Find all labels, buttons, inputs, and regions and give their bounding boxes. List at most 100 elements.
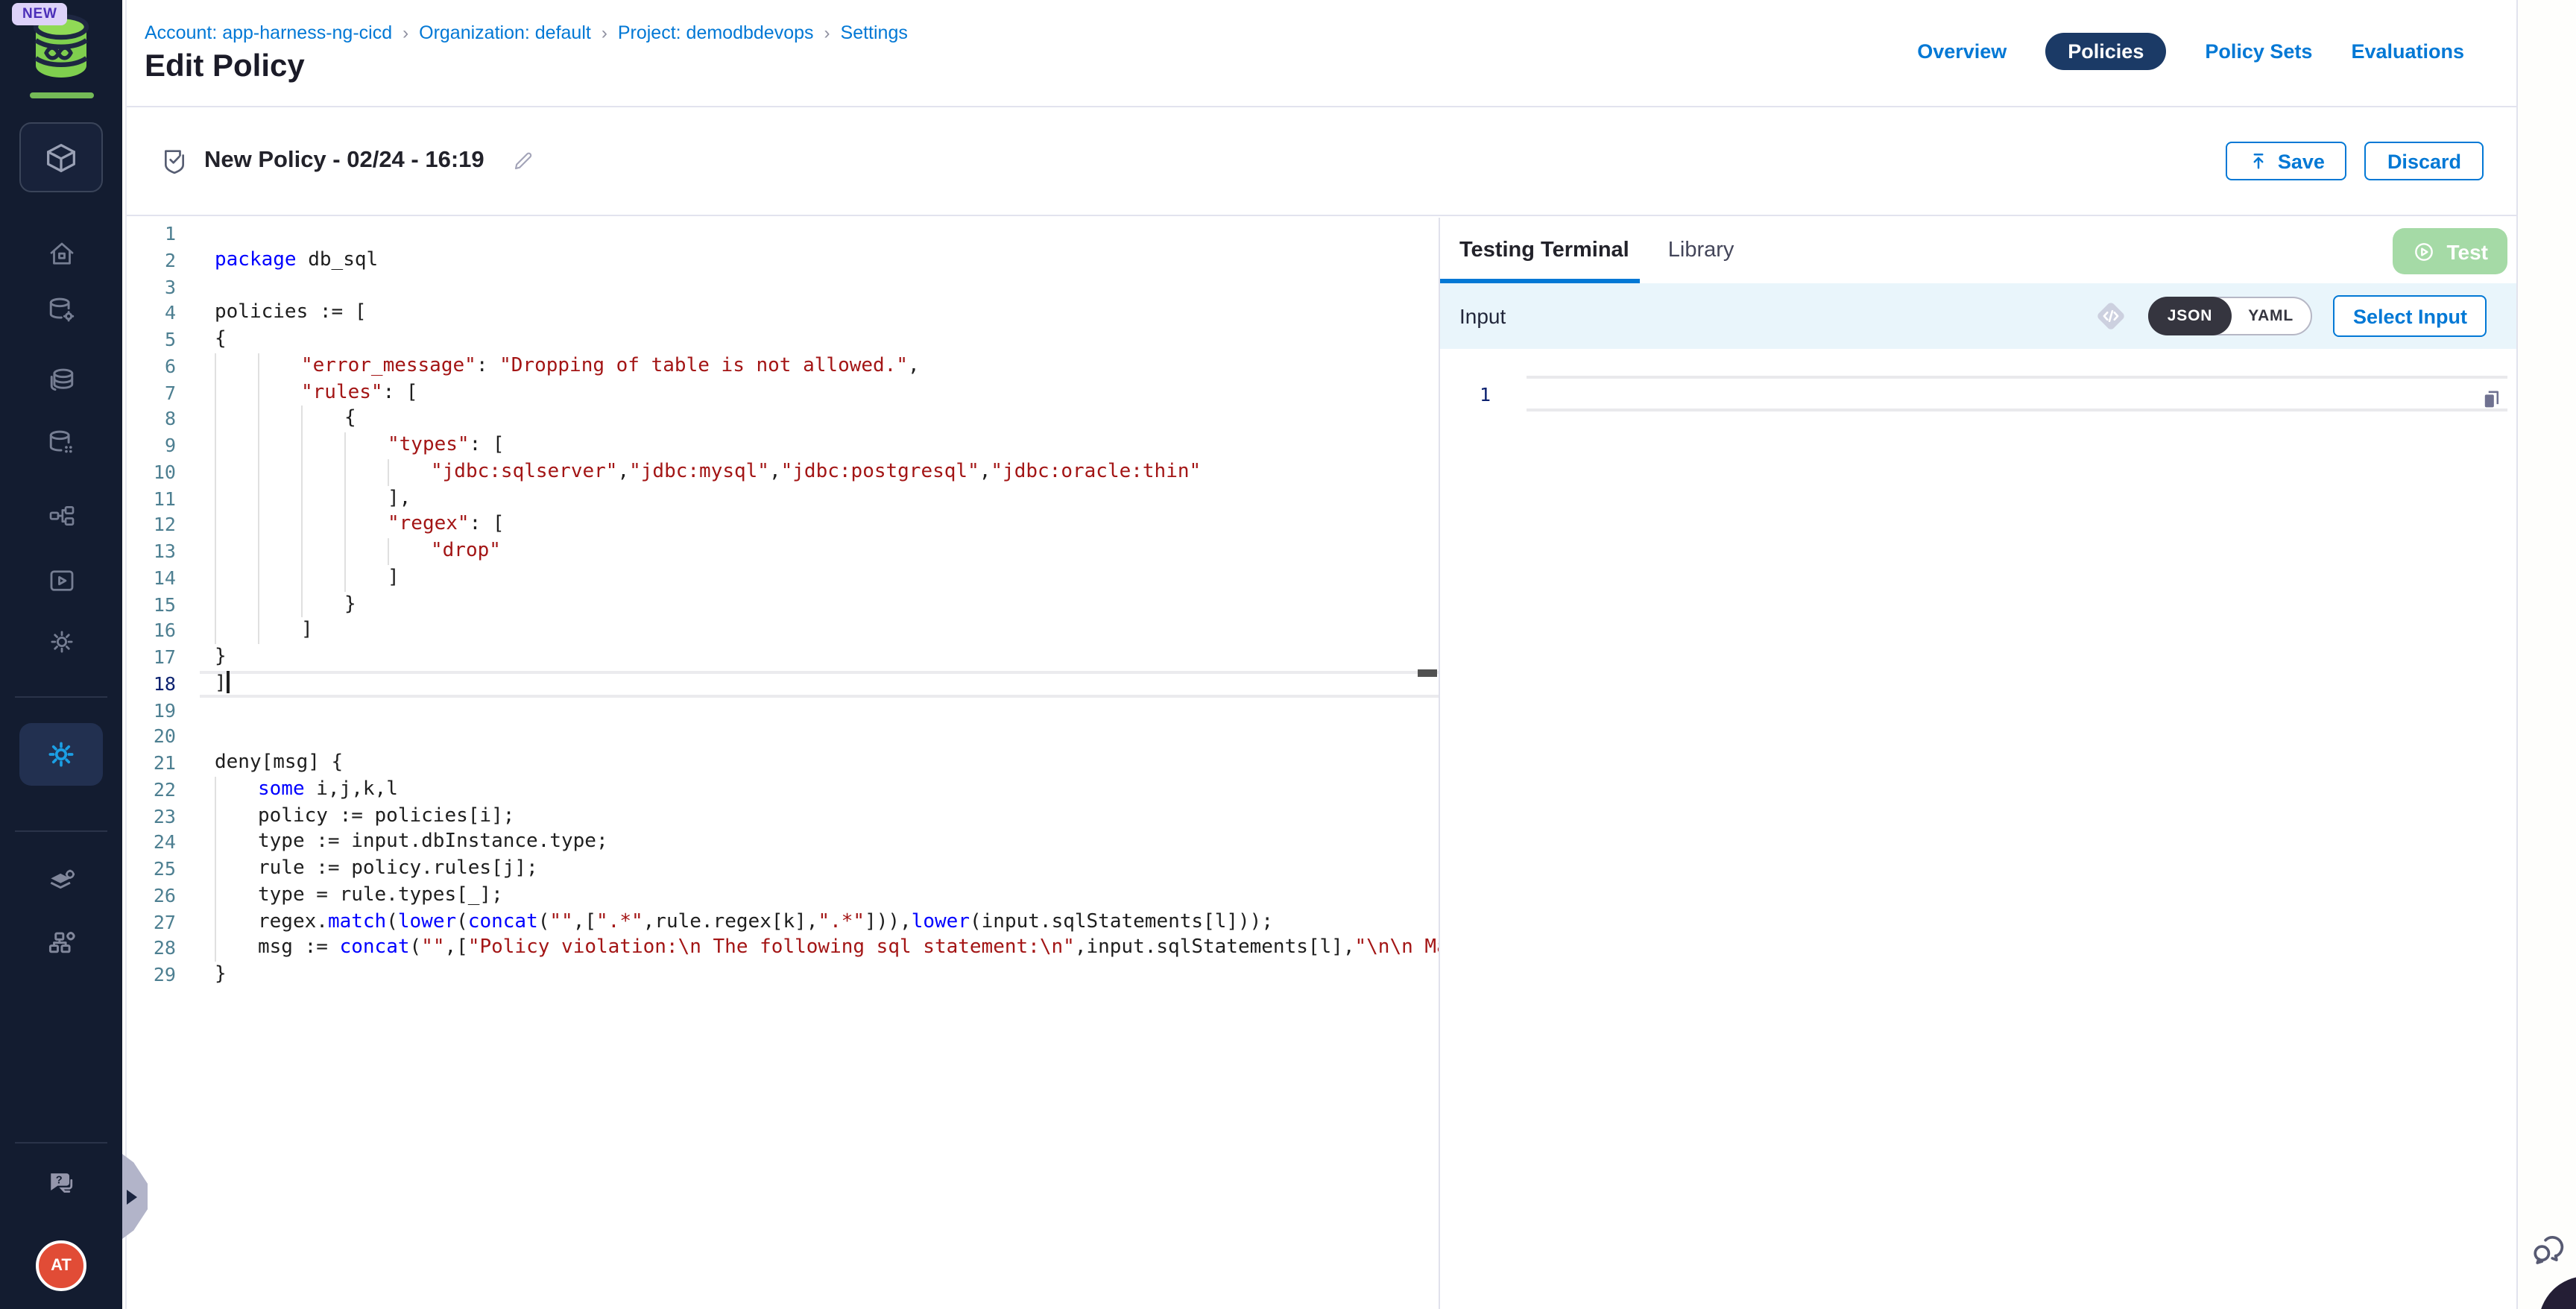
- code-text: ],: [215, 485, 411, 512]
- indent-guide: [301, 432, 344, 459]
- nav-tab-policies[interactable]: Policies: [2045, 33, 2166, 70]
- code-lines: 12package db_sql34policies := [5{6"error…: [127, 218, 1439, 988]
- code-text: "jdbc:sqlserver","jdbc:mysql","jdbc:post…: [215, 459, 1201, 486]
- input-editor[interactable]: 1: [1440, 376, 2516, 972]
- chat-support-button[interactable]: [2528, 1231, 2569, 1270]
- code-line[interactable]: 24type := input.dbInstance.type;: [127, 830, 1439, 857]
- indent-guide: [258, 565, 301, 592]
- sidebar-item-help[interactable]: ?: [0, 1166, 122, 1199]
- code-line[interactable]: 23 policy := policies[i];: [127, 803, 1439, 830]
- org-settings-icon: [44, 926, 78, 959]
- sidebar-item-database-instances[interactable]: [0, 426, 122, 459]
- indent-guide: [215, 936, 258, 962]
- indent-guide: [344, 512, 388, 539]
- line-number: 8: [127, 406, 176, 433]
- input-line[interactable]: 1: [1440, 376, 2516, 411]
- breadcrumb-project[interactable]: Project: demodbdevops: [618, 22, 814, 43]
- sidebar-item-settings[interactable]: [0, 626, 122, 657]
- nav-tab-policy-sets[interactable]: Policy Sets: [2205, 33, 2312, 70]
- code-line[interactable]: 2package db_sql: [127, 247, 1439, 274]
- breadcrumb-settings[interactable]: Settings: [841, 22, 908, 43]
- code-line[interactable]: 26type = rule.types[_];: [127, 883, 1439, 909]
- sidebar-item-pipelines[interactable]: [0, 501, 122, 531]
- code-line[interactable]: 21 deny[msg] {: [127, 750, 1439, 777]
- code-text: deny[msg] {: [215, 750, 343, 777]
- code-line[interactable]: 20: [127, 724, 1439, 751]
- code-line[interactable]: 9 "types": [: [127, 432, 1439, 459]
- code-line[interactable]: 14]: [127, 565, 1439, 592]
- code-line[interactable]: 15}: [127, 591, 1439, 618]
- toggle-yaml[interactable]: YAML: [2230, 298, 2311, 334]
- code-line[interactable]: 8{: [127, 406, 1439, 433]
- input-current-line[interactable]: [1527, 376, 2507, 411]
- breadcrumb-account[interactable]: Account: app-harness-ng-cicd: [145, 22, 392, 43]
- indent-guide: [301, 485, 344, 512]
- code-line[interactable]: 28msg := concat("",["Policy violation:\n…: [127, 936, 1439, 962]
- tab-testing-terminal[interactable]: Testing Terminal: [1459, 239, 1629, 262]
- select-input-button[interactable]: Select Input: [2334, 295, 2487, 337]
- sidebar-item-database-settings[interactable]: [0, 294, 122, 327]
- code-line[interactable]: 12"regex": [: [127, 512, 1439, 539]
- sidebar-item-executions[interactable]: [0, 565, 122, 596]
- code-line[interactable]: 6"error_message": "Dropping of table is …: [127, 353, 1439, 380]
- line-number: 10: [127, 459, 176, 486]
- line-number: 21: [127, 750, 176, 777]
- chat-bubbles-icon: [2528, 1231, 2569, 1270]
- code-line[interactable]: 5{: [127, 327, 1439, 353]
- code-text: ]: [215, 671, 230, 698]
- help-chat-icon: ?: [43, 1166, 79, 1199]
- code-line[interactable]: 13"drop": [127, 538, 1439, 565]
- code-text: policy := policies[i];: [215, 803, 514, 830]
- save-button[interactable]: Save: [2226, 142, 2347, 180]
- test-button[interactable]: Test: [2393, 228, 2508, 274]
- code-line[interactable]: 27regex.match(lower(concat("",[".*",rule…: [127, 909, 1439, 936]
- copy-button[interactable]: [2479, 386, 2504, 411]
- code-line[interactable]: 7 "rules": [: [127, 379, 1439, 406]
- indent-guide: [258, 379, 301, 406]
- line-number: 18: [127, 671, 176, 698]
- line-number: 23: [127, 803, 176, 830]
- discard-button[interactable]: Discard: [2365, 142, 2484, 180]
- format-code-button[interactable]: [2092, 297, 2130, 335]
- code-line[interactable]: 18]: [127, 671, 1439, 698]
- line-number: 7: [127, 379, 176, 406]
- chevron-right-icon: [127, 1189, 137, 1204]
- sidebar-item-home[interactable]: [0, 239, 122, 270]
- code-line[interactable]: 1: [127, 221, 1439, 247]
- edit-policy-name-button[interactable]: [511, 149, 535, 173]
- sidebar-item-project-settings-active[interactable]: [19, 723, 103, 786]
- code-line[interactable]: 29}: [127, 962, 1439, 988]
- indent-guide: [258, 485, 301, 512]
- code-line[interactable]: 4policies := [: [127, 300, 1439, 327]
- line-number: 9: [127, 432, 176, 459]
- code-line[interactable]: 22some i,j,k,l: [127, 777, 1439, 804]
- code-text: "rules": [: [215, 379, 418, 406]
- code-line[interactable]: 19: [127, 697, 1439, 724]
- code-line[interactable]: 11],: [127, 485, 1439, 512]
- code-line[interactable]: 25rule := policy.rules[j];: [127, 856, 1439, 883]
- code-line[interactable]: 10 "jdbc:sqlserver","jdbc:mysql","jdbc:po…: [127, 459, 1439, 486]
- user-avatar[interactable]: AT: [36, 1240, 86, 1291]
- code-diamond-icon: [2092, 297, 2130, 335]
- code-line[interactable]: 16]: [127, 618, 1439, 645]
- sidebar-item-org-settings[interactable]: [0, 926, 122, 959]
- code-text: "types": [: [215, 432, 505, 459]
- nav-tab-overview[interactable]: Overview: [1917, 33, 2007, 70]
- breadcrumb: Account: app-harness-ng-cicd › Organizat…: [145, 22, 908, 43]
- sidebar-item-module-selector[interactable]: [19, 122, 103, 192]
- code-text: type = rule.types[_];: [215, 883, 503, 909]
- line-number: 13: [127, 538, 176, 565]
- code-line[interactable]: 3: [127, 274, 1439, 300]
- sidebar-item-database-stack[interactable]: [0, 364, 122, 397]
- breadcrumb-organization[interactable]: Organization: default: [419, 22, 591, 43]
- policy-code-editor[interactable]: 12package db_sql34policies := [5{6"error…: [127, 218, 1440, 1309]
- indent-guide: [344, 538, 388, 565]
- nav-tab-evaluations[interactable]: Evaluations: [2351, 33, 2464, 70]
- toggle-json[interactable]: JSON: [2148, 297, 2232, 335]
- indent-guide: [258, 512, 301, 539]
- sidebar-item-default-settings[interactable]: [0, 865, 122, 898]
- code-line[interactable]: 17}: [127, 644, 1439, 671]
- tab-library[interactable]: Library: [1668, 239, 1734, 262]
- right-rail: [2516, 0, 2576, 1309]
- overview-ruler-cursor-mark: [1418, 669, 1437, 677]
